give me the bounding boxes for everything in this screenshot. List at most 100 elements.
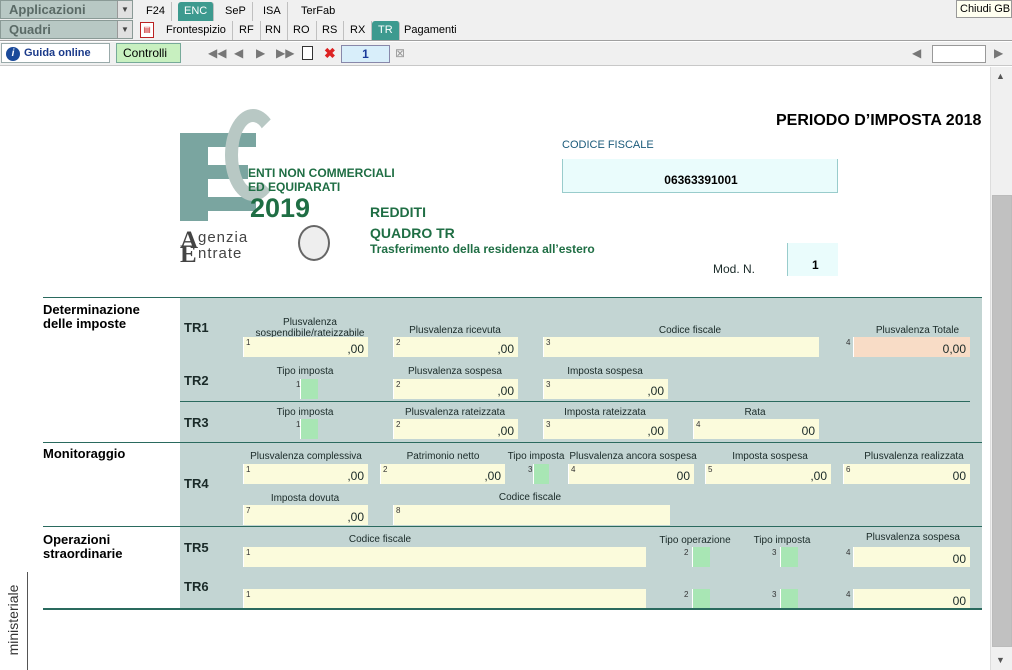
patrimonio-netto-field[interactable]: 2,00 xyxy=(380,464,505,484)
chiudi-button[interactable]: Chiudi GB xyxy=(956,0,1012,18)
section-monitoraggio: Monitoraggio xyxy=(43,446,126,461)
next-page-icon[interactable]: ▶ xyxy=(256,46,265,60)
chevron-down-icon[interactable]: ▼ xyxy=(117,21,132,38)
tipo-imposta-tr3-field[interactable]: 1 xyxy=(296,419,318,439)
new-page-icon[interactable] xyxy=(302,46,313,60)
scroll-up-icon[interactable]: ▲ xyxy=(996,71,1005,81)
field-label: Imposta rateizzata xyxy=(564,407,646,418)
first-page-icon[interactable]: ◀◀ xyxy=(208,46,226,60)
field-label: Plusvalenza ancora sospesa xyxy=(569,451,697,462)
field-label: Tipo imposta xyxy=(507,451,565,462)
guida-online-button[interactable]: i Guida online xyxy=(1,43,110,63)
entrate-logo-e: E xyxy=(180,241,197,268)
row-id: TR4 xyxy=(184,476,209,491)
pdf-icon[interactable]: ▤ xyxy=(140,22,154,38)
scroll-left-icon[interactable]: ◀ xyxy=(912,46,921,60)
plusvalenza-complessiva-field[interactable]: 1,00 xyxy=(243,464,368,484)
applicazioni-combo[interactable]: Applicazioni ▼ xyxy=(0,0,133,19)
tab-isa[interactable]: ISA xyxy=(257,2,288,21)
controlli-button[interactable]: Controlli xyxy=(116,43,181,63)
plusvalenza-sospesa-tr2-field[interactable]: 2,00 xyxy=(393,379,518,399)
field-label: Plusvalenza realizzata xyxy=(864,451,964,462)
page-number-field[interactable]: 1 xyxy=(341,45,390,63)
field-label: Tipo imposta xyxy=(753,535,811,546)
scroll-down-icon[interactable]: ▼ xyxy=(996,655,1005,665)
guida-online-label: Guida online xyxy=(24,47,91,59)
imposta-sospesa-tr4-field[interactable]: 5,00 xyxy=(705,464,831,484)
tab-sep[interactable]: SeP xyxy=(219,2,253,21)
row-id: TR1 xyxy=(184,320,209,335)
codice-fiscale-tr4-field[interactable]: 8 xyxy=(393,505,670,525)
field-label: Patrimonio netto xyxy=(406,451,480,462)
plusvalenza-sospesa-tr6-field[interactable]: 4 00 xyxy=(846,589,970,609)
tab-terfab[interactable]: TerFab xyxy=(295,2,341,21)
imposta-rateizzata-field[interactable]: 3,00 xyxy=(543,419,668,439)
tab-rf[interactable]: RF xyxy=(233,21,261,40)
tab-f24[interactable]: F24 xyxy=(140,2,172,21)
field-label: Codice fiscale xyxy=(658,325,722,336)
scrollbar-thumb[interactable] xyxy=(992,195,1012,647)
field-label: Imposta sospesa xyxy=(732,451,808,462)
mod-field[interactable]: 1 xyxy=(787,243,838,276)
codice-fiscale-tr1-field[interactable]: 3 xyxy=(543,337,819,357)
tab-rn[interactable]: RN xyxy=(259,21,288,40)
tipo-imposta-tr6-field[interactable]: 3 xyxy=(772,589,798,609)
divider xyxy=(43,608,982,610)
chevron-down-icon[interactable]: ▼ xyxy=(117,1,132,18)
field-label: Codice fiscale xyxy=(348,534,412,545)
row-id: TR3 xyxy=(184,415,209,430)
periodo-title: PERIODO D’IMPOSTA 2018 xyxy=(776,112,982,129)
applicazioni-label: Applicazioni xyxy=(9,2,86,17)
plusvalenza-sospesa-tr5-field[interactable]: 4 00 xyxy=(846,547,970,567)
mod-label: Mod. N. xyxy=(713,262,756,276)
tab-rs[interactable]: RS xyxy=(316,21,345,40)
codice-fiscale-field[interactable]: 06363391001 xyxy=(562,159,838,193)
delete-page-icon[interactable]: ✖ xyxy=(324,46,337,60)
row-tr2: TR2 Tipo imposta Plusvalenza sospesa Imp… xyxy=(180,359,982,403)
plusvalenza-sospendibile-field[interactable]: 1,00 xyxy=(243,337,368,357)
tab-frontespizio[interactable]: Frontespizio xyxy=(160,21,233,40)
rata-field[interactable]: 4 00 xyxy=(693,419,819,439)
tab-enc[interactable]: ENC xyxy=(178,2,215,21)
tipo-imposta-tr4-field[interactable]: 3 xyxy=(528,464,549,484)
field-label: Tipo imposta xyxy=(276,366,334,377)
scroll-right-icon[interactable]: ▶ xyxy=(994,46,1003,60)
last-page-icon[interactable]: ▶▶ xyxy=(276,46,294,60)
tipo-operazione-tr5-field[interactable]: 2 xyxy=(684,547,710,567)
row-tr5: TR5 Codice fiscale Tipo operazione Tipo … xyxy=(180,527,982,569)
imposta-dovuta-field[interactable]: 7,00 xyxy=(243,505,368,525)
emblem-icon xyxy=(298,225,330,261)
field-label: Tipo operazione xyxy=(659,535,731,546)
enti-line1: ENTI NON COMMERCIALI xyxy=(248,166,395,180)
imposta-sospesa-tr2-field[interactable]: 3,00 xyxy=(543,379,668,399)
tipo-imposta-tr5-field[interactable]: 3 xyxy=(772,547,798,567)
section-determinazione: Determinazione delle imposte xyxy=(43,302,140,331)
field-label: Plusvalenza sospesa xyxy=(408,366,502,377)
tab-ro[interactable]: RO xyxy=(287,21,317,40)
codice-fiscale-tr5-field[interactable]: 1 xyxy=(243,547,646,567)
field-label: Imposta sospesa xyxy=(567,366,643,377)
row-id: TR6 xyxy=(184,579,209,594)
row-id: TR2 xyxy=(184,373,209,388)
tab-pagamenti[interactable]: Pagamenti xyxy=(398,21,463,40)
horizontal-scroll-field[interactable] xyxy=(932,45,986,63)
top-menu-bar: Applicazioni ▼ Quadri ▼ F24 ENC SeP ISA Te… xyxy=(0,0,1012,41)
close-page-icon[interactable]: ⊠ xyxy=(395,46,405,60)
codice-fiscale-tr6-field[interactable]: 1 xyxy=(243,589,646,609)
tipo-operazione-tr6-field[interactable]: 2 xyxy=(684,589,710,609)
prev-page-icon[interactable]: ◀ xyxy=(234,46,243,60)
plusvalenza-ricevuta-field[interactable]: 2,00 xyxy=(393,337,518,357)
tab-tr[interactable]: TR xyxy=(372,21,400,40)
plusvalenza-ancora-sospesa-field[interactable]: 4 00 xyxy=(568,464,694,484)
vertical-scrollbar[interactable]: ▲ ▼ xyxy=(990,67,1012,670)
field-label: Plusvalenza Totale xyxy=(875,325,960,336)
tipo-imposta-tr2-field[interactable]: 1 xyxy=(296,379,318,399)
tab-rx[interactable]: RX xyxy=(344,21,373,40)
quadri-combo[interactable]: Quadri ▼ xyxy=(0,20,133,39)
plusvalenza-realizzata-field[interactable]: 6 00 xyxy=(843,464,970,484)
plusvalenza-rateizzata-field[interactable]: 2,00 xyxy=(393,419,518,439)
field-label: Codice fiscale xyxy=(498,492,562,503)
plusvalenza-totale-field[interactable]: 4 0,00 xyxy=(846,337,970,357)
row-tr4: TR4 Plusvalenza complessiva Patrimonio n… xyxy=(180,443,982,527)
field-label: Plusvalenza sospesa xyxy=(866,532,960,543)
